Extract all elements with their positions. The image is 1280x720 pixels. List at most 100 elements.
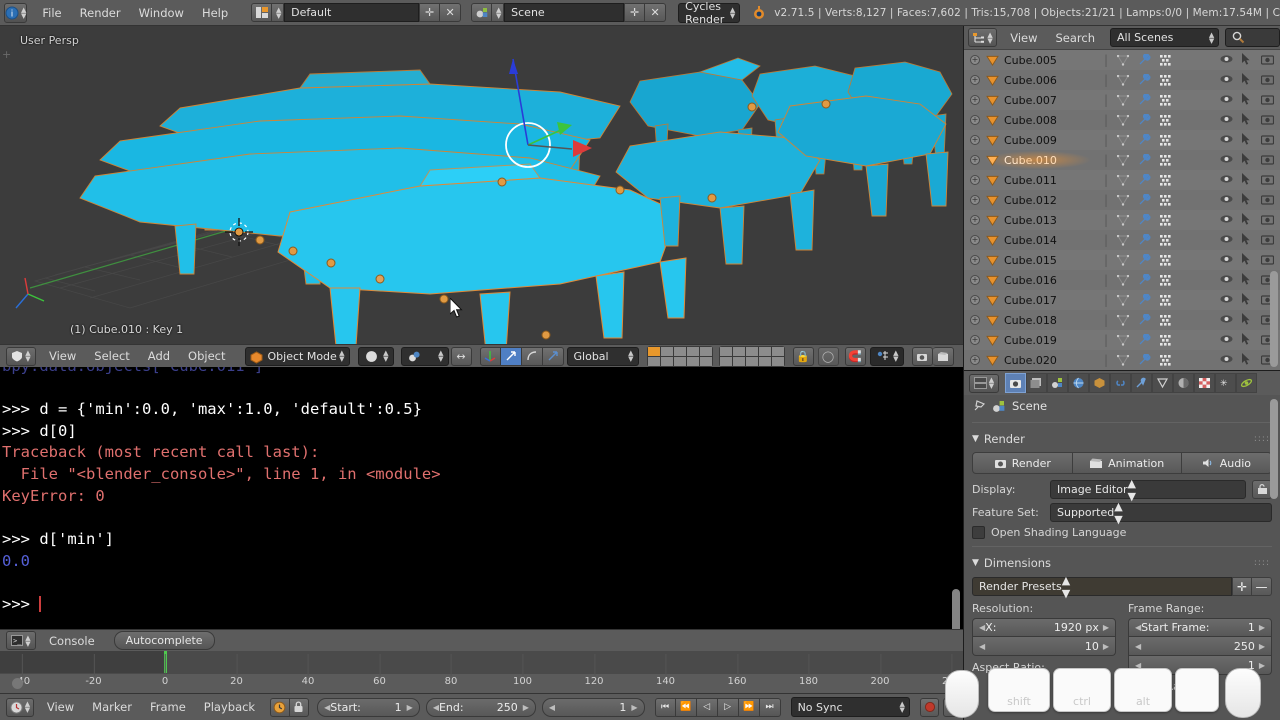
outliner-item-datablocks[interactable]: | xyxy=(1104,73,1174,87)
lock-time-icon[interactable] xyxy=(290,698,309,717)
expand-toggle-icon[interactable]: + xyxy=(970,55,980,65)
outliner-item-restrictions[interactable] xyxy=(1220,193,1274,205)
render-lock-interface-icon[interactable] xyxy=(1252,480,1272,499)
tab-scene[interactable] xyxy=(1047,373,1068,393)
start-frame-prop-field[interactable]: ◀ Start Frame: 1 ▶ xyxy=(1128,618,1272,637)
properties-editor-type-icon[interactable]: ▲▼ xyxy=(969,374,999,393)
play-button[interactable]: ▷ xyxy=(718,698,739,717)
menu-render[interactable]: Render xyxy=(71,0,130,26)
resolution-x-field[interactable]: ◀ X: 1920 px ▶ xyxy=(972,618,1116,637)
outliner-item-cube-007[interactable]: + Cube.007| xyxy=(964,90,1280,110)
expand-toggle-icon[interactable]: + xyxy=(970,355,980,365)
properties-scrollbar[interactable] xyxy=(1270,399,1278,499)
transform-orientation-select[interactable]: Global ▲▼ xyxy=(567,347,639,366)
outliner-item-datablocks[interactable]: | xyxy=(1104,353,1174,367)
play-reverse-button[interactable]: ◁ xyxy=(697,698,718,717)
outliner-item-restrictions[interactable] xyxy=(1220,133,1274,145)
render-image-button[interactable]: Render xyxy=(972,452,1073,474)
screen-layout-name[interactable]: Default xyxy=(284,3,419,22)
layout-icon[interactable] xyxy=(251,3,272,22)
current-frame-field[interactable]: ◀ 1 ▶ xyxy=(542,698,645,717)
expand-toggle-icon[interactable]: + xyxy=(970,215,980,225)
osl-row[interactable]: Open Shading Language xyxy=(964,524,1280,541)
expand-toggle-icon[interactable]: + xyxy=(970,75,980,85)
timeline-menu-playback[interactable]: Playback xyxy=(195,694,264,720)
layout-spinner[interactable]: ▲▼ xyxy=(272,3,284,22)
3d-viewport[interactable]: + User Persp (1) Cube.010 : Key 1 xyxy=(0,26,963,344)
expand-toggle-icon[interactable]: + xyxy=(970,195,980,205)
panel-drag-dots[interactable]: :::: xyxy=(1254,434,1270,444)
scene-name[interactable]: Scene xyxy=(504,3,624,22)
menu-file[interactable]: File xyxy=(33,0,70,26)
record-button[interactable] xyxy=(920,698,940,717)
scene-spinner[interactable]: ▲▼ xyxy=(492,3,504,22)
timeline-menu-view[interactable]: View xyxy=(38,694,83,720)
lock-scene-icon[interactable]: 🔒 xyxy=(793,347,814,366)
viewport-shading-select[interactable]: ▲▼ xyxy=(358,347,394,366)
outliner-item-cube-010[interactable]: + Cube.010| xyxy=(964,150,1280,170)
viewport-menu-add[interactable]: Add xyxy=(139,345,179,368)
outliner-item-datablocks[interactable]: | xyxy=(1104,253,1174,267)
outliner-item-datablocks[interactable]: | xyxy=(1104,153,1174,167)
viewport-menu-select[interactable]: Select xyxy=(85,345,138,368)
expand-toggle-icon[interactable]: + xyxy=(970,335,980,345)
jump-to-start-button[interactable]: ⏮ xyxy=(655,698,676,717)
outliner-item-cube-006[interactable]: + Cube.006| xyxy=(964,70,1280,90)
tab-physics[interactable] xyxy=(1236,373,1257,393)
outliner-item-cube-012[interactable]: + Cube.012| xyxy=(964,190,1280,210)
timeline-menu-marker[interactable]: Marker xyxy=(83,694,141,720)
outliner-item-cube-008[interactable]: + Cube.008| xyxy=(964,110,1280,130)
outliner-item-restrictions[interactable] xyxy=(1220,73,1274,85)
manipulator-arrow-icon[interactable] xyxy=(543,347,564,366)
manipulator-mode-group[interactable] xyxy=(480,347,564,366)
end-frame-prop-field[interactable]: ◀ 250 ▶ xyxy=(1128,637,1272,656)
increment-icon[interactable]: ▶ xyxy=(631,703,637,712)
expand-toggle-icon[interactable]: + xyxy=(970,175,980,185)
outliner-item-datablocks[interactable]: | xyxy=(1104,173,1174,187)
render-presets-row[interactable]: Render Presets ▲▼ ✛ — xyxy=(972,577,1272,596)
outliner-item-datablocks[interactable]: | xyxy=(1104,113,1174,127)
expand-toggle-icon[interactable]: + xyxy=(970,255,980,265)
render-animation-icon[interactable] xyxy=(933,347,954,366)
resolution-y-field[interactable]: ◀ 10 ▶ xyxy=(972,637,1116,656)
expand-toggle-icon[interactable]: + xyxy=(970,295,980,305)
render-panel-header[interactable]: ▼ Render :::: xyxy=(964,428,1280,450)
tab-object[interactable] xyxy=(1089,373,1110,393)
outliner-item-restrictions[interactable] xyxy=(1220,173,1274,185)
manipulator-toggle[interactable]: ↔ xyxy=(451,347,472,366)
pivot-point-select[interactable]: ▲▼ xyxy=(401,347,449,366)
tab-mesh-data[interactable] xyxy=(1152,373,1173,393)
tab-render-layers[interactable] xyxy=(1026,373,1047,393)
outliner-menu-view[interactable]: View xyxy=(1001,26,1046,50)
increment-icon[interactable]: ▶ xyxy=(407,703,413,712)
outliner-editor-type-icon[interactable]: ▲▼ xyxy=(968,28,997,47)
console-menu-console[interactable]: Console xyxy=(40,630,104,652)
outliner-item-restrictions[interactable] xyxy=(1220,213,1274,225)
outliner-item-datablocks[interactable]: | xyxy=(1104,193,1174,207)
properties-tab-bar[interactable]: ▲▼ ✳ xyxy=(964,371,1280,395)
outliner-item-restrictions[interactable] xyxy=(1220,273,1274,285)
add-preset-button[interactable]: ✛ xyxy=(1232,577,1252,596)
jump-to-end-button[interactable]: ⏭ xyxy=(760,698,781,717)
outliner-item-restrictions[interactable] xyxy=(1220,293,1274,305)
outliner-item-datablocks[interactable]: | xyxy=(1104,213,1174,227)
scene-layers-grid[interactable] xyxy=(647,346,785,367)
outliner-item-datablocks[interactable]: | xyxy=(1104,313,1174,327)
scene-selector[interactable]: ▲▼ Scene ✛ ✕ xyxy=(471,3,666,22)
expand-toggle-icon[interactable]: + xyxy=(970,315,980,325)
outliner-item-datablocks[interactable]: | xyxy=(1104,233,1174,247)
console-scrollbar[interactable] xyxy=(952,589,960,629)
outliner-editor[interactable]: ▲▼ View Search All Scenes ▲▼ + Cube.005|… xyxy=(964,26,1280,370)
add-scene-button[interactable]: ✛ xyxy=(624,3,645,22)
outliner-item-restrictions[interactable] xyxy=(1220,113,1274,125)
outliner-item-datablocks[interactable]: | xyxy=(1104,293,1174,307)
viewport-menu-view[interactable]: View xyxy=(40,345,85,368)
outliner-item-restrictions[interactable] xyxy=(1220,93,1274,105)
outliner-item-datablocks[interactable]: | xyxy=(1104,53,1174,67)
timeline-ruler[interactable]: -40-200204060801001201401601802002202402… xyxy=(0,673,963,693)
render-buttons-group[interactable]: Render Animation Audio xyxy=(972,452,1272,474)
expand-toggle-icon[interactable]: + xyxy=(970,115,980,125)
outliner-item-restrictions[interactable] xyxy=(1220,333,1274,345)
outliner-item-datablocks[interactable]: | xyxy=(1104,273,1174,287)
outliner-item-cube-014[interactable]: + Cube.014| xyxy=(964,230,1280,250)
